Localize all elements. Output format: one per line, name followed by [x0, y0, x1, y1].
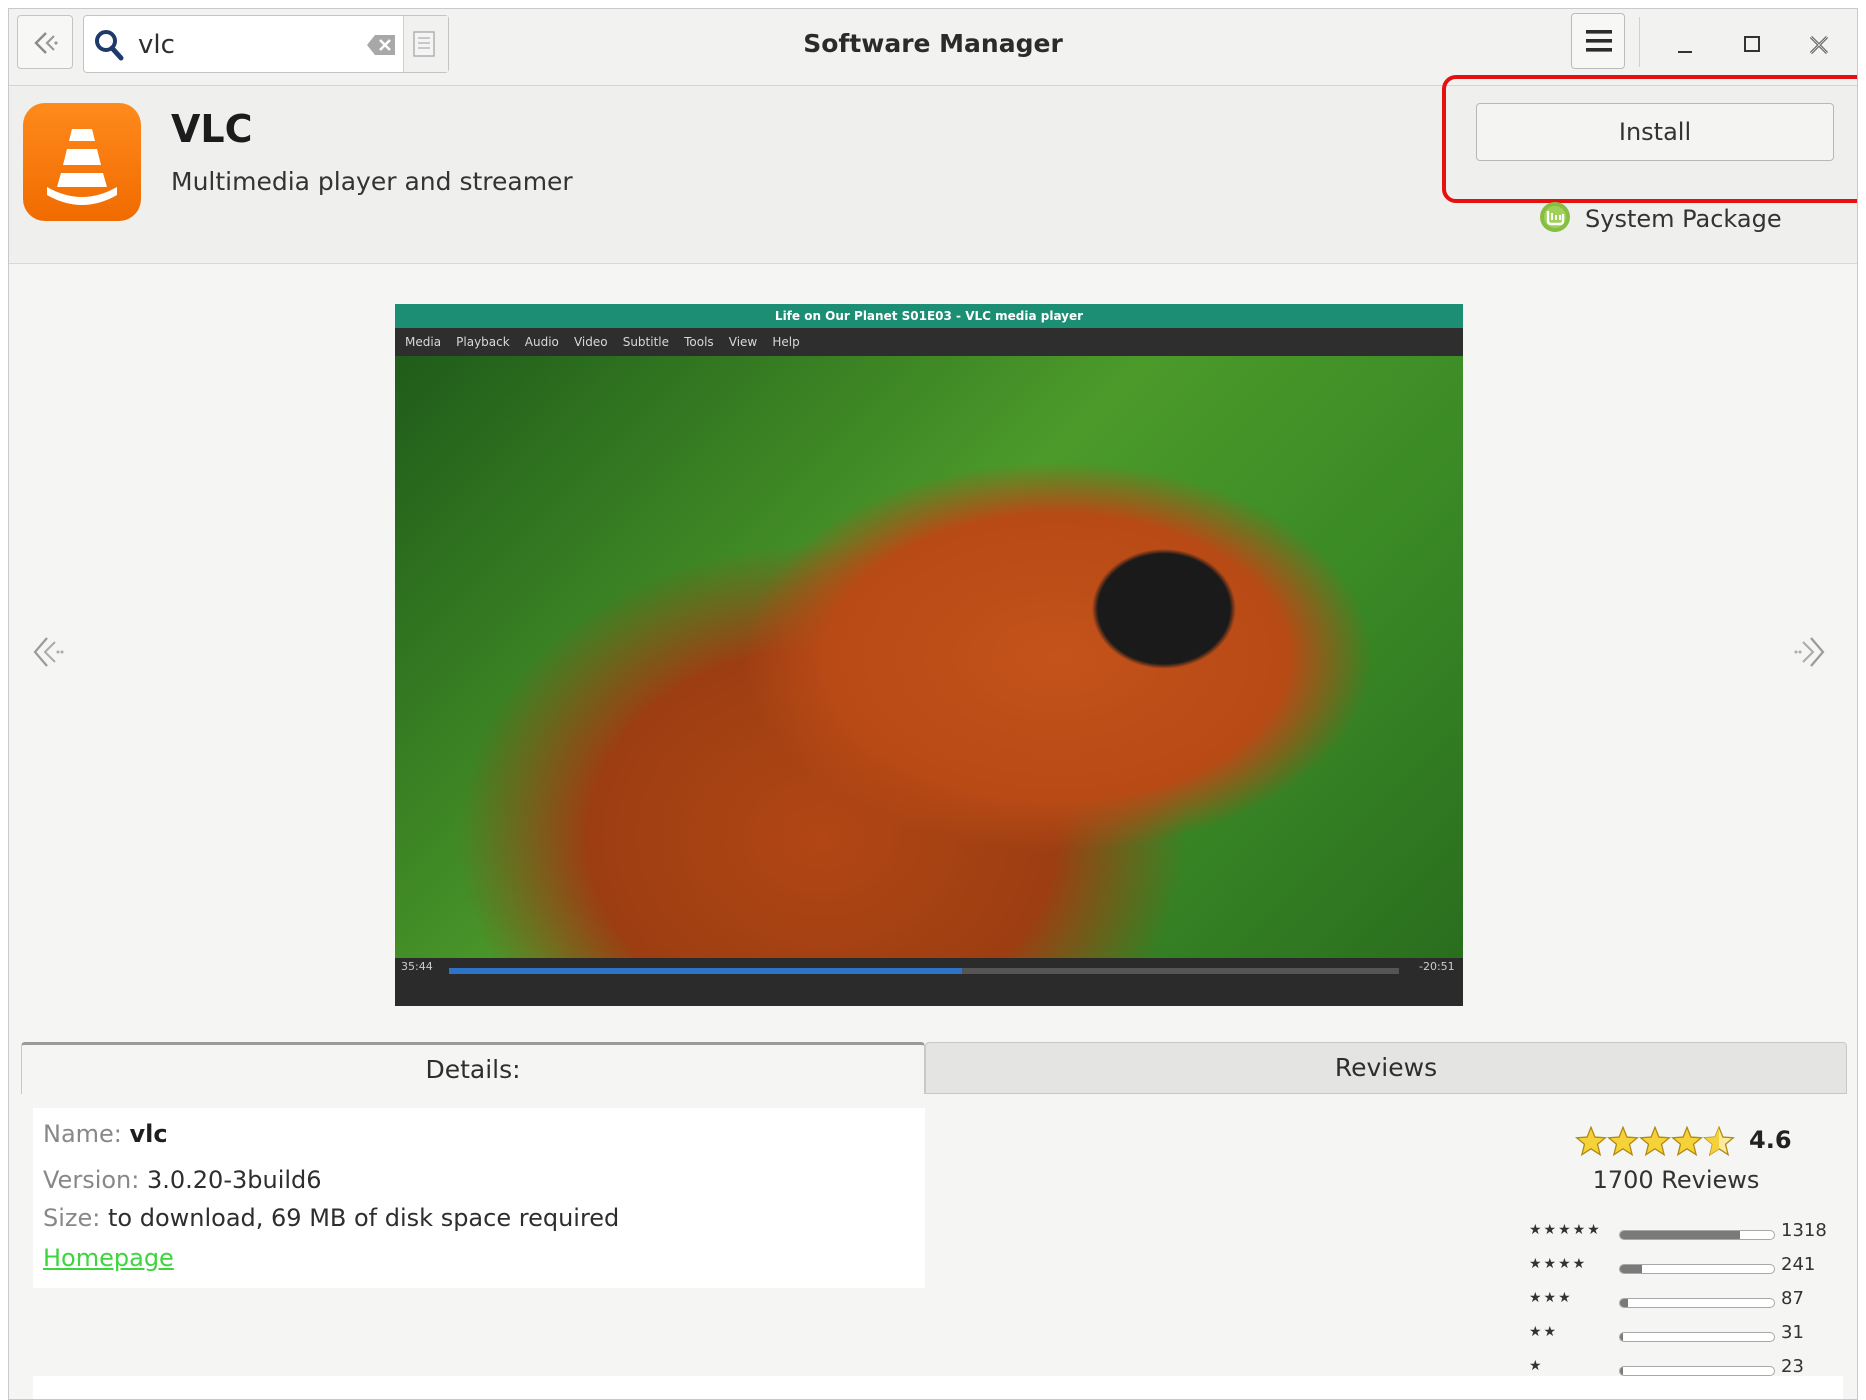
screenshot-menu-item: Help [772, 335, 800, 349]
rating-bar-track [1619, 1230, 1775, 1240]
description-area [33, 1376, 1843, 1399]
rating-summary: 4.6 1700 Reviews ★★★★★ 1318 ★★★★ 241 ★★★… [1509, 1110, 1849, 1377]
minimize-button[interactable] [1665, 25, 1705, 65]
screenshot-seek-bar [449, 968, 1399, 974]
rating-bar-fill [1620, 1231, 1741, 1239]
main-menu-button[interactable] [1571, 13, 1625, 69]
screenshot-menu-item: Media [405, 335, 442, 349]
rating-bar-count: 23 [1781, 1356, 1804, 1377]
rating-bar-2: ★★ 31 [1529, 1322, 1849, 1352]
install-button[interactable]: Install [1476, 103, 1834, 161]
rating-bar-count: 87 [1781, 1288, 1804, 1309]
search-icon [95, 30, 124, 61]
hamburger-menu-icon [1586, 30, 1612, 52]
screenshot-menubar: Media Playback Audio Video Subtitle Tool… [395, 328, 1463, 356]
previous-arrow-icon [33, 637, 64, 667]
previous-screenshot-button[interactable] [31, 634, 65, 674]
search-options-button[interactable] [403, 16, 448, 72]
back-button[interactable] [17, 15, 73, 69]
rating-bar-fill [1620, 1265, 1642, 1273]
search-input[interactable] [136, 26, 370, 64]
rating-bar-stars: ★★★★★ [1529, 1222, 1602, 1238]
rating-score: 4.6 [1749, 1126, 1792, 1154]
rating-bar-stars: ★★★★ [1529, 1256, 1588, 1272]
average-stars [1574, 1125, 1736, 1160]
header-separator [1639, 17, 1640, 67]
screenshot-menu-item: View [728, 335, 758, 349]
half-star-icon [1702, 1125, 1736, 1157]
detail-version-value: 3.0.20-3build6 [146, 1166, 322, 1194]
clear-search-icon[interactable] [366, 34, 396, 56]
maximize-icon [1744, 36, 1760, 52]
close-icon [1809, 35, 1829, 55]
rating-bar-3: ★★★ 87 [1529, 1288, 1849, 1318]
minimize-icon [1678, 51, 1692, 53]
linux-mint-icon [1540, 202, 1570, 232]
search-field[interactable] [83, 15, 449, 73]
rating-bar-fill [1620, 1299, 1628, 1307]
app-name: VLC [171, 107, 253, 151]
close-button[interactable] [1799, 25, 1839, 65]
detail-size-value: to download, 69 MB of disk space require… [108, 1204, 620, 1232]
star-icon [1606, 1125, 1640, 1157]
rating-bar-count: 241 [1781, 1254, 1816, 1275]
detail-name-row: Name: vlc [43, 1120, 168, 1148]
rating-bar-track [1619, 1264, 1775, 1274]
rating-bar-count: 31 [1781, 1322, 1804, 1343]
detail-name-key: Name: [43, 1120, 122, 1148]
next-screenshot-button[interactable] [1793, 634, 1827, 674]
vlc-cone-icon [23, 103, 141, 221]
screenshot-controls: 35:44 -20:51 [395, 958, 1463, 1006]
screenshot-menu-item: Video [573, 335, 608, 349]
screenshot-menu-item: Audio [524, 335, 559, 349]
details-content: Life on Our Planet S01E03 - VLC media pl… [9, 263, 1857, 1399]
homepage-link[interactable]: Homepage [43, 1244, 174, 1272]
rating-bar-stars: ★★ [1529, 1324, 1559, 1340]
star-icon [1574, 1125, 1608, 1157]
screenshot-seek-fill [449, 968, 962, 974]
star-icon [1638, 1125, 1672, 1157]
tab-details[interactable]: Details: [21, 1042, 925, 1094]
rating-bar-count: 1318 [1781, 1220, 1827, 1241]
detail-size-key: Size: [43, 1204, 101, 1232]
detail-size-row: Size: to download, 69 MB of disk space r… [43, 1204, 619, 1232]
app-summary: Multimedia player and streamer [171, 167, 573, 196]
app-screenshot[interactable]: Life on Our Planet S01E03 - VLC media pl… [395, 304, 1463, 1006]
rating-bar-stars: ★★★ [1529, 1290, 1573, 1306]
tab-reviews[interactable]: Reviews [925, 1042, 1847, 1094]
screenshot-time-elapsed: 35:44 [401, 960, 433, 973]
star-icon [1670, 1125, 1704, 1157]
next-arrow-icon [1794, 637, 1825, 667]
detail-version-row: Version: 3.0.20-3build6 [43, 1166, 322, 1194]
back-arrow-icon [34, 32, 58, 54]
rating-bar-track [1619, 1366, 1775, 1376]
rating-bar-fill [1620, 1333, 1624, 1341]
rating-bar-track [1619, 1332, 1775, 1342]
screenshot-window-title: Life on Our Planet S01E03 - VLC media pl… [395, 304, 1463, 328]
detail-version-key: Version: [43, 1166, 140, 1194]
details-tabs: Details: Reviews [21, 1042, 1847, 1094]
app-header: VLC Multimedia player and streamer Insta… [9, 75, 1857, 263]
rating-bar-track [1619, 1298, 1775, 1308]
screenshot-time-remaining: -20:51 [1419, 960, 1455, 973]
screenshot-menu-item: Playback [456, 335, 510, 349]
rating-bar-5: ★★★★★ 1318 [1529, 1220, 1849, 1250]
screenshot-video-frame [395, 356, 1463, 958]
package-type-label: System Package [1585, 205, 1782, 233]
screenshot-menu-item: Tools [684, 335, 714, 349]
maximize-button[interactable] [1733, 25, 1773, 65]
document-find-icon [413, 31, 435, 57]
rating-bar-fill [1620, 1367, 1624, 1375]
rating-bar-4: ★★★★ 241 [1529, 1254, 1849, 1284]
software-manager-window: Software Manager [8, 8, 1858, 1400]
details-panel: Name: vlc Version: 3.0.20-3build6 Size: … [33, 1108, 925, 1288]
review-count: 1700 Reviews [1592, 1166, 1760, 1194]
rating-bar-stars: ★ [1529, 1358, 1544, 1374]
screenshot-menu-item: Subtitle [622, 335, 670, 349]
detail-name-value: vlc [129, 1120, 168, 1148]
header-bar: Software Manager [9, 9, 1857, 86]
